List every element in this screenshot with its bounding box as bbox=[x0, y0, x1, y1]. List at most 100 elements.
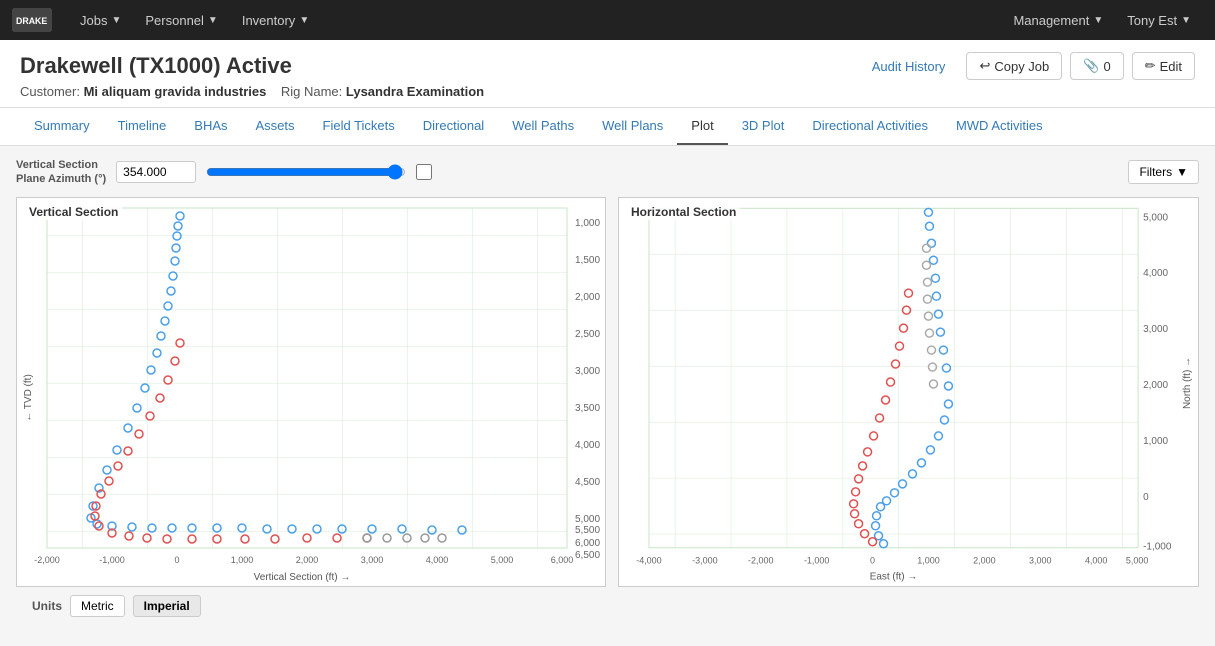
plane-checkbox[interactable] bbox=[416, 164, 432, 180]
svg-text:3,500: 3,500 bbox=[575, 403, 600, 414]
svg-text:1,000: 1,000 bbox=[1143, 436, 1168, 447]
inventory-caret-icon: ▼ bbox=[299, 15, 309, 26]
svg-text:2,000: 2,000 bbox=[973, 555, 995, 565]
job-title: Drakewell (TX1000) Active bbox=[20, 53, 292, 79]
copy-job-button[interactable]: ↩ Copy Job bbox=[966, 52, 1062, 80]
vertical-section-chart: Vertical Section 1,000 1,500 2,000 2,500… bbox=[16, 197, 606, 587]
nav-right: Management ▼ Tony Est ▼ bbox=[1001, 0, 1203, 40]
svg-text:-1,000: -1,000 bbox=[804, 555, 829, 565]
plane-azimuth-slider[interactable] bbox=[206, 164, 406, 180]
horizontal-section-title: Horizontal Section bbox=[627, 204, 740, 220]
vertical-section-svg: 1,000 1,500 2,000 2,500 3,000 3,500 4,00… bbox=[17, 198, 607, 588]
horizontal-section-chart: Horizontal Section 5,000 4,000 3,000 2,0… bbox=[618, 197, 1199, 587]
tab-plot[interactable]: Plot bbox=[677, 108, 727, 145]
svg-text:-1,000: -1,000 bbox=[1143, 541, 1172, 552]
filters-button[interactable]: Filters ▼ bbox=[1128, 160, 1199, 184]
svg-text:4,000: 4,000 bbox=[1143, 268, 1168, 279]
svg-text:0: 0 bbox=[870, 555, 875, 565]
svg-text:-2,000: -2,000 bbox=[748, 555, 773, 565]
nav-user[interactable]: Tony Est ▼ bbox=[1115, 0, 1203, 40]
job-title-row: Drakewell (TX1000) Active Audit History … bbox=[20, 52, 1195, 80]
navbar: DRAKE Jobs ▼ Personnel ▼ Inventory ▼ Man… bbox=[0, 0, 1215, 40]
plane-azimuth-label: Vertical SectionPlane Azimuth (°) bbox=[16, 158, 106, 187]
tab-mwd_activities[interactable]: MWD Activities bbox=[942, 108, 1057, 145]
paperclip-icon: 📎 bbox=[1083, 58, 1099, 74]
tab-timeline[interactable]: Timeline bbox=[104, 108, 181, 145]
management-caret-icon: ▼ bbox=[1093, 15, 1103, 26]
nav-jobs[interactable]: Jobs ▼ bbox=[68, 0, 133, 40]
filters-caret-icon: ▼ bbox=[1176, 165, 1188, 179]
job-header: Drakewell (TX1000) Active Audit History … bbox=[0, 40, 1215, 108]
svg-text:5,500: 5,500 bbox=[575, 525, 600, 536]
tab-3d_plot[interactable]: 3D Plot bbox=[728, 108, 799, 145]
customer-name: Mi aliquam gravida industries bbox=[84, 84, 267, 99]
svg-text:0: 0 bbox=[1143, 491, 1149, 502]
svg-text:2,000: 2,000 bbox=[296, 555, 319, 565]
tab-well_paths[interactable]: Well Paths bbox=[498, 108, 588, 145]
svg-text:1,000: 1,000 bbox=[575, 218, 600, 229]
svg-text:3,000: 3,000 bbox=[1143, 324, 1168, 335]
svg-text:4,000: 4,000 bbox=[426, 555, 449, 565]
svg-text:0: 0 bbox=[174, 555, 179, 565]
svg-text:1,000: 1,000 bbox=[917, 555, 939, 565]
svg-text:North (ft) →: North (ft) → bbox=[1182, 357, 1193, 409]
tab-directional[interactable]: Directional bbox=[409, 108, 498, 145]
svg-text:-1,000: -1,000 bbox=[99, 555, 125, 565]
svg-text:6,000: 6,000 bbox=[575, 538, 600, 549]
jobs-caret-icon: ▼ bbox=[111, 15, 121, 26]
svg-text:5,000: 5,000 bbox=[575, 514, 600, 525]
svg-text:Vertical Section (ft) →: Vertical Section (ft) → bbox=[254, 572, 351, 583]
tab-directional_activities[interactable]: Directional Activities bbox=[798, 108, 942, 145]
svg-text:2,000: 2,000 bbox=[575, 292, 600, 303]
svg-text:5,000: 5,000 bbox=[1143, 212, 1168, 223]
svg-text:4,000: 4,000 bbox=[1085, 555, 1107, 565]
metric-button[interactable]: Metric bbox=[70, 595, 125, 617]
customer-label: Customer: bbox=[20, 84, 80, 99]
svg-text:5,000: 5,000 bbox=[491, 555, 514, 565]
job-meta: Customer: Mi aliquam gravida industries … bbox=[20, 84, 1195, 107]
svg-text:East (ft) →: East (ft) → bbox=[870, 571, 918, 582]
tabs-bar: SummaryTimelineBHAsAssetsField TicketsDi… bbox=[0, 108, 1215, 146]
svg-text:1,500: 1,500 bbox=[575, 255, 600, 266]
tab-assets[interactable]: Assets bbox=[242, 108, 309, 145]
tab-field_tickets[interactable]: Field Tickets bbox=[309, 108, 409, 145]
svg-text:3,000: 3,000 bbox=[361, 555, 384, 565]
svg-text:-2,000: -2,000 bbox=[34, 555, 60, 565]
svg-text:1,000: 1,000 bbox=[231, 555, 254, 565]
svg-text:5,000: 5,000 bbox=[1126, 555, 1148, 565]
svg-text:6,000: 6,000 bbox=[551, 555, 574, 565]
svg-text:DRAKE: DRAKE bbox=[16, 16, 47, 26]
edit-button[interactable]: ✏ Edit bbox=[1132, 52, 1195, 80]
copy-icon: ↩ bbox=[979, 58, 990, 74]
edit-icon: ✏ bbox=[1145, 58, 1156, 74]
horizontal-section-svg: 5,000 4,000 3,000 2,000 1,000 0 -1,000 N… bbox=[619, 198, 1198, 588]
nav-management[interactable]: Management ▼ bbox=[1001, 0, 1115, 40]
svg-text:4,000: 4,000 bbox=[575, 440, 600, 451]
plot-controls: Vertical SectionPlane Azimuth (°) Filter… bbox=[16, 158, 1199, 187]
units-label: Units bbox=[32, 599, 62, 613]
units-bar: Units Metric Imperial bbox=[16, 587, 1199, 625]
svg-text:← TVD (ft): ← TVD (ft) bbox=[23, 374, 34, 422]
job-actions: Audit History ↩ Copy Job 📎 0 ✏ Edit bbox=[859, 52, 1195, 80]
nav-inventory[interactable]: Inventory ▼ bbox=[230, 0, 321, 40]
user-caret-icon: ▼ bbox=[1181, 15, 1191, 26]
audit-history-button[interactable]: Audit History bbox=[859, 53, 959, 80]
personnel-caret-icon: ▼ bbox=[208, 15, 218, 26]
svg-text:-3,000: -3,000 bbox=[692, 555, 717, 565]
attachments-button[interactable]: 📎 0 bbox=[1070, 52, 1123, 80]
imperial-button[interactable]: Imperial bbox=[133, 595, 201, 617]
svg-text:6,500: 6,500 bbox=[575, 550, 600, 561]
svg-text:-4,000: -4,000 bbox=[636, 555, 661, 565]
svg-text:4,500: 4,500 bbox=[575, 477, 600, 488]
rig-name: Lysandra Examination bbox=[346, 84, 484, 99]
plane-azimuth-input[interactable] bbox=[116, 161, 196, 183]
logo: DRAKE bbox=[12, 6, 52, 34]
svg-text:2,000: 2,000 bbox=[1143, 380, 1168, 391]
tab-bhas[interactable]: BHAs bbox=[180, 108, 241, 145]
tab-summary[interactable]: Summary bbox=[20, 108, 104, 145]
rig-label: Rig Name: bbox=[281, 84, 342, 99]
tab-well_plans[interactable]: Well Plans bbox=[588, 108, 677, 145]
svg-text:2,500: 2,500 bbox=[575, 329, 600, 340]
vertical-section-title: Vertical Section bbox=[25, 204, 122, 220]
nav-personnel[interactable]: Personnel ▼ bbox=[133, 0, 229, 40]
